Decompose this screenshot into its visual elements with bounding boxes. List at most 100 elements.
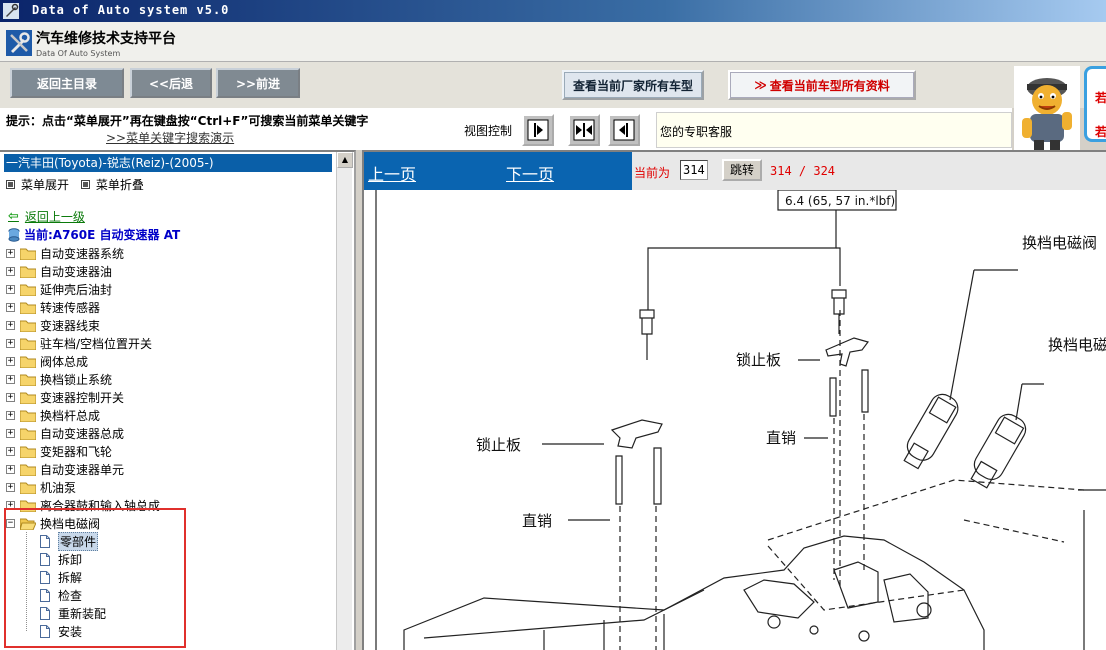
- back-button[interactable]: <<后退: [130, 68, 212, 98]
- jump-button[interactable]: 跳转: [722, 159, 762, 181]
- folder-icon: [20, 338, 36, 350]
- back-up-label: 返回上一级: [24, 210, 85, 224]
- pin-left-label: 直销: [522, 512, 552, 530]
- tree-leaf[interactable]: 拆卸: [6, 550, 336, 568]
- tree-folder[interactable]: + 换档杆总成: [6, 406, 336, 424]
- tree-scrollbar[interactable]: ▲: [336, 152, 353, 650]
- tree-folder[interactable]: + 变速器控制开关: [6, 388, 336, 406]
- main-menu-button[interactable]: 返回主目录: [10, 68, 124, 98]
- main-toolbar: 返回主目录 <<后退 >>前进 查看当前厂家所有车型 ≫ 查看当前车型所有资料: [0, 62, 1106, 108]
- all-models-button[interactable]: 查看当前厂家所有车型: [562, 70, 704, 100]
- tree-folder[interactable]: + 变速器线束: [6, 316, 336, 334]
- menu-collapse-button[interactable]: 菜单折叠: [80, 176, 144, 193]
- pin-right-label: 直销: [766, 429, 796, 447]
- tree-folder-label: 转速传感器: [40, 300, 101, 315]
- expand-plus-icon[interactable]: +: [6, 464, 15, 474]
- current-page-label: 当前为: [634, 166, 671, 180]
- title-bar: Data of Auto system v5.0: [0, 0, 1106, 22]
- back-up-link[interactable]: ⇦ 返回上一级: [8, 208, 85, 225]
- tree-folder-label: 变速器控制开关: [40, 390, 125, 405]
- platform-title: 汽车维修技术支持平台: [36, 31, 176, 47]
- tree-leaf-label: 拆解: [58, 570, 83, 585]
- forward-button[interactable]: >>前进: [216, 68, 300, 98]
- expand-plus-icon[interactable]: +: [6, 356, 15, 366]
- scroll-up-arrow-icon[interactable]: ▲: [337, 152, 353, 168]
- database-icon: [8, 227, 20, 242]
- expand-plus-icon[interactable]: +: [6, 500, 15, 510]
- expand-plus-icon[interactable]: +: [6, 266, 15, 276]
- view-expand-left-button[interactable]: [608, 114, 640, 146]
- tree-leaf-label: 零部件: [58, 531, 99, 551]
- prev-page-link[interactable]: 上一页: [368, 161, 416, 185]
- tree-folder-label: 驻车档/空档位置开关: [40, 336, 153, 351]
- service-box: 您的专职客服: [656, 112, 1012, 148]
- collapse-minus-icon[interactable]: −: [6, 518, 15, 528]
- folder-icon: [20, 266, 36, 278]
- tree-folder-label: 变速器线束: [40, 318, 101, 333]
- side-badge-top: 若: [1095, 91, 1106, 105]
- menu-controls: 菜单展开 菜单折叠: [6, 176, 152, 193]
- next-page-link[interactable]: 下一页: [506, 161, 554, 185]
- arrow-left-bar-icon: [613, 119, 635, 141]
- expand-plus-icon[interactable]: +: [6, 284, 15, 294]
- expand-plus-icon[interactable]: +: [6, 392, 15, 402]
- tree-folder[interactable]: + 延伸壳后油封: [6, 280, 336, 298]
- tree-folder-label: 变矩器和飞轮: [40, 444, 113, 459]
- tree-folder-label: 自动变速器单元: [40, 462, 125, 477]
- service-label: 您的专职客服: [660, 125, 733, 139]
- tree-leaf[interactable]: 拆解: [6, 568, 336, 586]
- tree-leaf[interactable]: 安装: [6, 622, 336, 640]
- tree-folder[interactable]: + 换档锁止系统: [6, 370, 336, 388]
- tree-folder[interactable]: + 机油泵: [6, 478, 336, 496]
- search-demo-link[interactable]: >>菜单关键字搜索演示: [106, 129, 234, 146]
- mechanic-mascot-icon: [1014, 66, 1080, 152]
- tree-folder-label: 换档杆总成: [40, 408, 101, 423]
- expand-plus-icon[interactable]: +: [6, 302, 15, 312]
- all-data-button[interactable]: ≫ 查看当前车型所有资料: [728, 70, 916, 100]
- tree-folder-open[interactable]: − 换档电磁阀: [6, 514, 336, 532]
- folder-icon: [20, 284, 36, 296]
- tree-leaf[interactable]: 零部件: [6, 531, 336, 551]
- tree-folder[interactable]: + 自动变速器系统: [6, 244, 336, 262]
- expand-plus-icon[interactable]: +: [6, 248, 15, 258]
- tree-leaf[interactable]: 检查: [6, 586, 336, 604]
- tree-folder-label: 自动变速器系统: [40, 246, 125, 261]
- tree-folder[interactable]: + 自动变速器油: [6, 262, 336, 280]
- tree-folder-label: 延伸壳后油封: [40, 282, 113, 297]
- view-expand-right-button[interactable]: [522, 114, 554, 146]
- folder-icon: [20, 320, 36, 332]
- menu-expand-button[interactable]: 菜单展开: [6, 176, 69, 193]
- page-jump-area: 当前为 跳转 314 / 324: [632, 152, 1106, 190]
- tree-folder[interactable]: + 自动变速器单元: [6, 460, 336, 478]
- tree-leaf[interactable]: 重新装配: [6, 604, 336, 622]
- expand-plus-icon[interactable]: +: [6, 374, 15, 384]
- side-promo-badge[interactable]: 若 若: [1084, 66, 1106, 142]
- view-split-button[interactable]: [568, 114, 600, 146]
- expand-plus-icon[interactable]: +: [6, 410, 15, 420]
- tree-folder[interactable]: + 转速传感器: [6, 298, 336, 316]
- page-number-input[interactable]: [680, 160, 708, 180]
- app-header: 汽车维修技术支持平台 Data Of Auto System: [0, 22, 1106, 62]
- tree-folder[interactable]: + 离合器鼓和输入轴总成: [6, 496, 336, 514]
- tree-folder[interactable]: + 阀体总成: [6, 352, 336, 370]
- expand-plus-icon[interactable]: +: [6, 482, 15, 492]
- lock-plate-right-label: 锁止板: [736, 351, 781, 369]
- tree-folder[interactable]: + 变矩器和飞轮: [6, 442, 336, 460]
- tree-folder[interactable]: + 自动变速器总成: [6, 424, 336, 442]
- page-count: 314 / 324: [770, 164, 836, 178]
- shift-solenoid-diagram: 6.4 (65, 57 in.*lbf) 锁止板 锁止板 直销 直销 换档电磁阀…: [375, 190, 1106, 650]
- tree-leaf-label: 检查: [58, 588, 83, 603]
- pager-bar: 上一页 下一页 当前为 跳转 314 / 324: [364, 152, 1106, 190]
- torque-spec-label: 6.4 (65, 57 in.*lbf): [785, 194, 895, 208]
- current-node-label: 当前:A760E 自动变速器 AT: [24, 228, 181, 242]
- tree-folder[interactable]: + 驻车档/空档位置开关: [6, 334, 336, 352]
- open-folder-icon: [20, 518, 36, 530]
- expand-plus-icon[interactable]: +: [6, 446, 15, 456]
- expand-plus-icon[interactable]: +: [6, 338, 15, 348]
- folder-icon: [20, 464, 36, 476]
- menu-tree: + 自动变速器系统 + 自动变速器油 + 延伸壳后油封 + 转速传感器 + 变速器线束 + 驻车档/空…: [6, 244, 336, 640]
- folder-icon: [20, 500, 36, 512]
- expand-plus-icon[interactable]: +: [6, 428, 15, 438]
- expand-plus-icon[interactable]: +: [6, 320, 15, 330]
- folder-icon: [20, 392, 36, 404]
